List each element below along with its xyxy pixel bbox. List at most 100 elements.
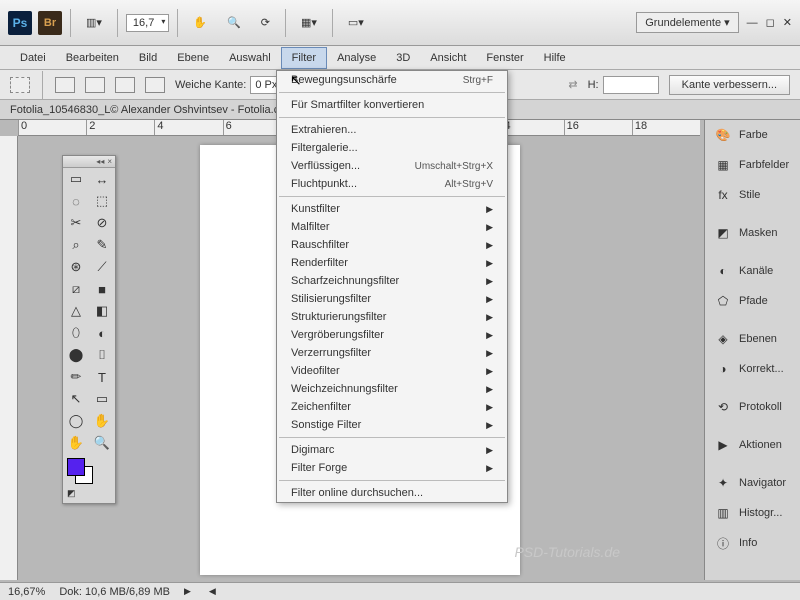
menu-item-fluchtpunkt-[interactable]: Fluchtpunkt...Alt+Strg+V — [277, 175, 507, 193]
menu-item-verfl-ssigen-[interactable]: Verflüssigen...Umschalt+Strg+X — [277, 157, 507, 175]
menu-item-videofilter[interactable]: Videofilter▶ — [277, 362, 507, 380]
tool-25[interactable]: 🔍 — [89, 432, 115, 454]
tool-23[interactable]: ✋ — [89, 410, 115, 432]
height-input[interactable] — [603, 76, 659, 94]
panel-kan-le[interactable]: ◐Kanäle — [705, 256, 800, 286]
menu-item-zeichenfilter[interactable]: Zeichenfilter▶ — [277, 398, 507, 416]
panel-pfade[interactable]: ⬠Pfade — [705, 286, 800, 316]
menu-item-strukturierungsfilter[interactable]: Strukturierungsfilter▶ — [277, 308, 507, 326]
menu-filter[interactable]: Filter — [281, 47, 327, 69]
sel-mode-sub[interactable] — [115, 77, 135, 93]
panel-aktionen[interactable]: ▶Aktionen — [705, 430, 800, 460]
tool-2[interactable]: ◌ — [63, 190, 89, 212]
status-arrow-icon[interactable]: ▶ — [184, 586, 191, 597]
sel-mode-int[interactable] — [145, 77, 165, 93]
zoom-select[interactable]: 16,7 — [126, 14, 169, 32]
panel-farbfelder[interactable]: ▦Farbfelder — [705, 150, 800, 180]
tool-6[interactable]: ⌕ — [63, 234, 89, 256]
panel-protokoll[interactable]: ⟲Protokoll — [705, 392, 800, 422]
photoshop-icon[interactable]: Ps — [8, 11, 32, 35]
status-zoom[interactable]: 16,67% — [8, 586, 45, 598]
menu-hilfe[interactable]: Hilfe — [534, 48, 576, 68]
menu-item-digimarc[interactable]: Digimarc▶ — [277, 441, 507, 459]
refine-edge-button[interactable]: Kante verbessern... — [669, 75, 790, 95]
menu-bild[interactable]: Bild — [129, 48, 167, 68]
tool-7[interactable]: ✎ — [89, 234, 115, 256]
bridge-icon[interactable]: Br — [38, 11, 62, 35]
tool-18[interactable]: ✏ — [63, 366, 89, 388]
menu-auswahl[interactable]: Auswahl — [219, 48, 281, 68]
minimize-icon[interactable]: — — [747, 17, 758, 29]
tool-10[interactable]: ⧄ — [63, 278, 89, 300]
tool-12[interactable]: △ — [63, 300, 89, 322]
tool-19[interactable]: T — [89, 366, 115, 388]
menu-item-weichzeichnungsfilter[interactable]: Weichzeichnungsfilter▶ — [277, 380, 507, 398]
swap-icon[interactable]: ⇄ — [568, 78, 577, 91]
menu-item-verzerrungsfilter[interactable]: Verzerrungsfilter▶ — [277, 344, 507, 362]
tool-22[interactable]: ◯ — [63, 410, 89, 432]
menu-3d[interactable]: 3D — [386, 48, 420, 68]
tools-header[interactable]: ◂◂× — [63, 156, 115, 168]
menu-item-f-r-smartfilter-konvertieren[interactable]: Für Smartfilter konvertieren — [277, 96, 507, 114]
panel-ebenen[interactable]: ◈Ebenen — [705, 324, 800, 354]
panel-stile[interactable]: fxStile — [705, 180, 800, 210]
panel-histogr-[interactable]: ▥Histogr... — [705, 498, 800, 528]
panel-korrekt-[interactable]: ◑Korrekt... — [705, 354, 800, 384]
menu-item-scharfzeichnungsfilter[interactable]: Scharfzeichnungsfilter▶ — [277, 272, 507, 290]
tool-preset-icon[interactable] — [10, 77, 30, 93]
menu-item-kunstfilter[interactable]: Kunstfilter▶ — [277, 200, 507, 218]
menu-item-sonstige-filter[interactable]: Sonstige Filter▶ — [277, 416, 507, 434]
tool-20[interactable]: ↖ — [63, 388, 89, 410]
menu-item-filter-forge[interactable]: Filter Forge▶ — [277, 459, 507, 477]
quickmask-icon[interactable]: ◩ — [67, 488, 111, 499]
menu-item-renderfilter[interactable]: Renderfilter▶ — [277, 254, 507, 272]
tool-21[interactable]: ▭ — [89, 388, 115, 410]
tool-8[interactable]: ⊛ — [63, 256, 89, 278]
menu-datei[interactable]: Datei — [10, 48, 56, 68]
tool-17[interactable]: ⌷ — [89, 344, 115, 366]
tool-13[interactable]: ◧ — [89, 300, 115, 322]
zoom-tool-icon[interactable]: 🔍 — [220, 12, 248, 33]
menu-item-stilisierungsfilter[interactable]: Stilisierungsfilter▶ — [277, 290, 507, 308]
menu-item-filtergalerie-[interactable]: Filtergalerie... — [277, 139, 507, 157]
tool-16[interactable]: ⬤ — [63, 344, 89, 366]
hand-tool-icon[interactable]: ✋ — [186, 12, 214, 33]
tool-15[interactable]: ◐ — [89, 322, 115, 344]
color-swatches[interactable]: ◩ — [63, 454, 115, 503]
foreground-swatch[interactable] — [67, 458, 85, 476]
arrange-icon[interactable]: ▦▾ — [294, 12, 324, 33]
screen-mode-icon[interactable]: ▭▾ — [341, 12, 371, 33]
panel-info[interactable]: ⓘInfo — [705, 528, 800, 558]
workspace-selector[interactable]: Grundelemente ▾ — [636, 12, 738, 33]
menu-bearbeiten[interactable]: Bearbeiten — [56, 48, 129, 68]
tool-1[interactable]: ↔ — [89, 168, 115, 190]
menu-item-rauschfilter[interactable]: Rauschfilter▶ — [277, 236, 507, 254]
sel-mode-add[interactable] — [85, 77, 105, 93]
menu-ansicht[interactable]: Ansicht — [420, 48, 476, 68]
menu-ebene[interactable]: Ebene — [167, 48, 219, 68]
panel-farbe[interactable]: 🎨Farbe — [705, 120, 800, 150]
menu-fenster[interactable]: Fenster — [476, 48, 533, 68]
tool-11[interactable]: ■ — [89, 278, 115, 300]
tool-4[interactable]: ✂ — [63, 212, 89, 234]
menu-item-filter-online-durchsuchen-[interactable]: Filter online durchsuchen... — [277, 484, 507, 502]
rotate-view-icon[interactable]: ⟳ — [254, 12, 277, 33]
tool-0[interactable]: ▭ — [63, 168, 89, 190]
tool-9[interactable]: ⟋ — [89, 256, 115, 278]
tool-5[interactable]: ⊘ — [89, 212, 115, 234]
menu-item-vergr-berungsfilter[interactable]: Vergröberungsfilter▶ — [277, 326, 507, 344]
panel-navigator[interactable]: ✦Navigator — [705, 468, 800, 498]
tool-3[interactable]: ⬚ — [89, 190, 115, 212]
close-icon[interactable]: ✕ — [783, 16, 792, 29]
menu-item-bewegungsunsch-rfe[interactable]: BewegungsunschärfeStrg+F — [277, 71, 507, 89]
menu-analyse[interactable]: Analyse — [327, 48, 386, 68]
menu-item-extrahieren-[interactable]: Extrahieren... — [277, 121, 507, 139]
tool-24[interactable]: ✋ — [63, 432, 89, 454]
tool-14[interactable]: ⬯ — [63, 322, 89, 344]
maximize-icon[interactable]: ◻ — [766, 16, 775, 29]
menu-item-malfilter[interactable]: Malfilter▶ — [277, 218, 507, 236]
scroll-left-icon[interactable]: ◀ — [209, 586, 216, 597]
panel-masken[interactable]: ◩Masken — [705, 218, 800, 248]
recent-icon[interactable]: ▥▾ — [79, 12, 109, 33]
sel-mode-new[interactable] — [55, 77, 75, 93]
